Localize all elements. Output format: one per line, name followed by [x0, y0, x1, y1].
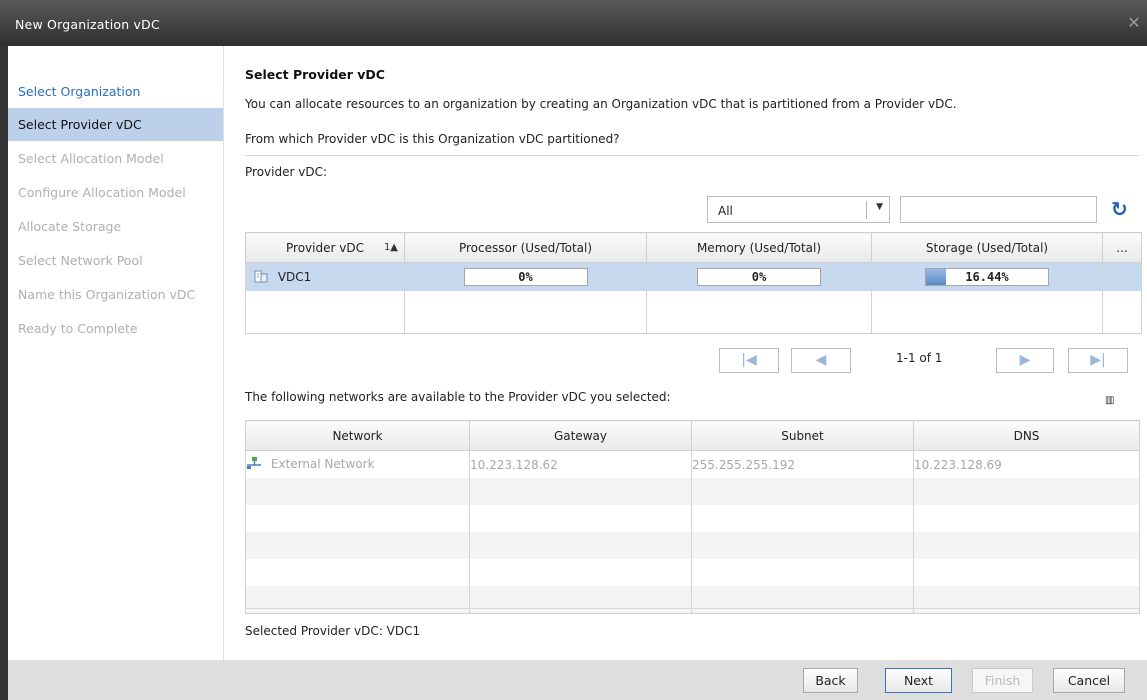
gateway-cell: 10.223.128.62: [469, 450, 692, 478]
filter-selected-value: All: [718, 204, 733, 218]
step-select-organization[interactable]: Select Organization: [8, 75, 223, 108]
filter-dropdown[interactable]: All ▼: [707, 196, 890, 223]
first-page-button[interactable]: |◀: [719, 348, 779, 373]
table-row[interactable]: VDC1 0% 0% 16.44%: [245, 262, 1142, 291]
networks-table: Network Gateway Subnet DNS External Netw…: [245, 420, 1140, 614]
sort-ascending-icon[interactable]: 1▲: [384, 242, 398, 253]
empty-row: [245, 291, 1142, 334]
next-page-button[interactable]: ▶: [996, 348, 1054, 373]
column-header-gateway[interactable]: Gateway: [469, 420, 692, 451]
filler-cell: [1102, 262, 1142, 291]
step-ready-to-complete: Ready to Complete: [18, 321, 138, 336]
step-select-provider-vdc[interactable]: Select Provider vDC: [8, 108, 223, 141]
column-header-subnet[interactable]: Subnet: [691, 420, 914, 451]
step-configure-allocation-model: Configure Allocation Model: [18, 185, 186, 200]
button-bar: Back Next Finish Cancel: [223, 660, 1147, 700]
refresh-icon[interactable]: ↻: [1111, 199, 1129, 219]
memory-cell: 0%: [646, 262, 872, 291]
intro-text: You can allocate resources to an organiz…: [245, 97, 957, 111]
step-select-allocation-model: Select Allocation Model: [18, 151, 164, 166]
networks-label: The following networks are available to …: [245, 390, 671, 404]
column-header-storage[interactable]: Storage (Used/Total): [871, 232, 1103, 263]
meter-label: 16.44%: [965, 270, 1009, 284]
storage-meter: 16.44%: [925, 268, 1049, 286]
column-header-processor[interactable]: Processor (Used/Total): [404, 232, 647, 263]
column-header-memory[interactable]: Memory (Used/Total): [646, 232, 872, 263]
provider-vdc-table: Provider vDC 1▲ Processor (Used/Total) M…: [245, 232, 1142, 334]
provider-name-cell: VDC1: [245, 262, 405, 291]
question-text: From which Provider vDC is this Organiza…: [245, 132, 620, 146]
step-name-organization-vdc: Name this Organization vDC: [18, 287, 196, 302]
cancel-button[interactable]: Cancel: [1053, 668, 1125, 693]
network-name: External Network: [270, 457, 375, 471]
empty-row: [245, 478, 1140, 505]
column-more-icon[interactable]: ...: [1102, 232, 1142, 263]
column-label: Provider vDC: [286, 240, 364, 255]
dialog-body: Select Organization Select Provider vDC …: [8, 46, 1147, 700]
selected-provider-text: Selected Provider vDC: VDC1: [245, 624, 421, 638]
close-icon[interactable]: ✕: [1125, 14, 1143, 32]
column-header-dns[interactable]: DNS: [913, 420, 1140, 451]
empty-row: [245, 559, 1140, 586]
window-title: New Organization vDC: [15, 17, 160, 32]
network-icon: [247, 456, 263, 473]
search-input[interactable]: [900, 196, 1097, 223]
empty-row: [245, 586, 1140, 614]
provider-name: VDC1: [277, 269, 312, 284]
divider: [245, 155, 1139, 156]
wizard-steps: Select Organization Select Provider vDC …: [8, 46, 224, 660]
datacenter-icon: [254, 269, 268, 286]
storage-cell: 16.44%: [871, 262, 1103, 291]
step-allocate-storage: Allocate Storage: [18, 219, 122, 234]
processor-cell: 0%: [404, 262, 647, 291]
dns-cell: 10.223.128.69: [913, 450, 1140, 478]
column-chooser-icon[interactable]: ▥: [1105, 395, 1114, 406]
page-title: Select Provider vDC: [245, 67, 385, 82]
next-button[interactable]: Next: [885, 668, 952, 693]
column-header-network[interactable]: Network: [245, 420, 470, 451]
table-row[interactable]: External Network 10.223.128.62 255.255.2…: [245, 450, 1140, 478]
column-header-provider-vdc[interactable]: Provider vDC 1▲: [245, 232, 405, 263]
processor-meter: 0%: [463, 268, 588, 286]
finish-button[interactable]: Finish: [972, 668, 1033, 693]
back-button[interactable]: Back: [803, 668, 858, 693]
network-cell: External Network: [245, 450, 470, 478]
page-count: 1-1 of 1: [896, 351, 943, 365]
previous-page-button[interactable]: ◀: [791, 348, 851, 373]
chevron-down-icon[interactable]: ▼: [876, 202, 883, 212]
step-select-network-pool: Select Network Pool: [18, 253, 143, 268]
empty-row: [245, 505, 1140, 532]
title-bar[interactable]: New Organization vDC ✕: [0, 0, 1147, 46]
subnet-cell: 255.255.255.192: [691, 450, 914, 478]
dialog-frame: New Organization vDC ✕ Select Organizati…: [0, 0, 1147, 700]
dropdown-separator: [866, 201, 867, 219]
meter-label: 0%: [751, 270, 767, 284]
memory-meter: 0%: [697, 268, 821, 286]
provider-vdc-label: Provider vDC:: [245, 165, 327, 179]
sidebar-footer: [8, 660, 223, 700]
meter-label: 0%: [518, 270, 533, 284]
empty-row: [245, 532, 1140, 559]
last-page-button[interactable]: ▶|: [1068, 348, 1128, 373]
divider: [245, 608, 1139, 609]
main-content: Select Provider vDC You can allocate res…: [245, 46, 1142, 660]
